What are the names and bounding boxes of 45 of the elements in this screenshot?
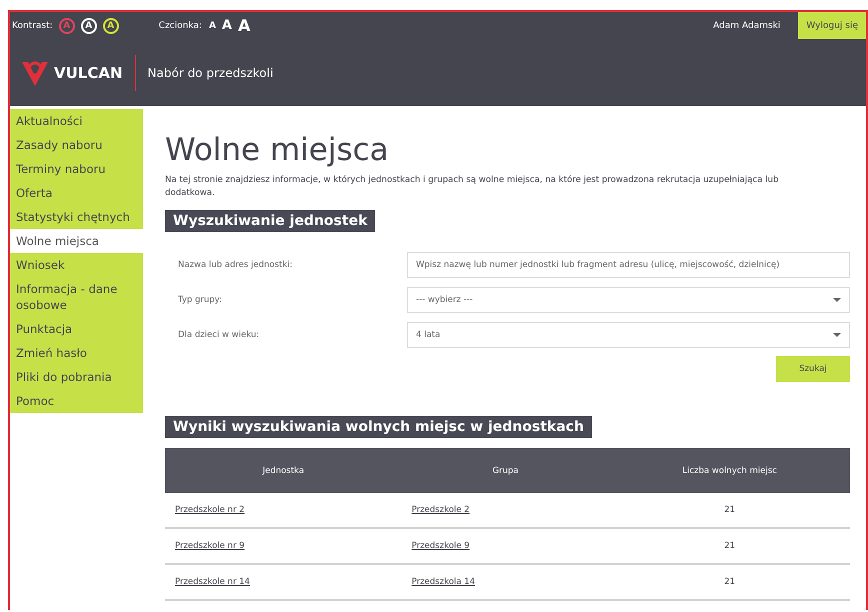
input-field[interactable]: Wpisz nazwę lub numer jednostki lub fragment adresu (ulicę, miejscowość, dzielnicę) bbox=[407, 252, 850, 278]
sidebar-item[interactable]: Wniosek bbox=[10, 253, 143, 277]
font-size-button[interactable]: A bbox=[234, 16, 254, 35]
app-title: Nabór do przedszkoli bbox=[148, 66, 274, 80]
table-link[interactable]: Przedszkole 2 bbox=[412, 505, 470, 515]
contrast-label: Kontrast: bbox=[12, 20, 53, 30]
select-field[interactable]: 4 lata bbox=[407, 322, 850, 348]
search-button[interactable]: Szukaj bbox=[776, 356, 850, 382]
field-label: Typ grupy: bbox=[177, 295, 223, 305]
column-header: Liczba wolnych miejsc bbox=[609, 448, 850, 493]
section-heading: Wyszukiwanie jednostek bbox=[165, 210, 376, 232]
select-field[interactable]: --- wybierz --- bbox=[407, 287, 850, 313]
font-size-label: Czcionka: bbox=[158, 20, 202, 30]
sidebar-item[interactable]: Zasady naboru bbox=[10, 133, 143, 157]
sidebar-item[interactable]: Pliki do pobrania bbox=[10, 365, 143, 389]
font-size-button[interactable]: A bbox=[218, 18, 235, 33]
sidebar-item[interactable]: Statystyki chętnych bbox=[10, 205, 143, 229]
sidebar-item[interactable]: Oferta bbox=[10, 181, 143, 205]
field-label: Dla dzieci w wieku: bbox=[177, 330, 260, 340]
sidebar-item[interactable]: Zmień hasło bbox=[10, 341, 143, 365]
user-name: Adam Adamski bbox=[713, 20, 780, 30]
sidebar-item[interactable]: Informacja - dane osobowe bbox=[10, 277, 143, 317]
table-link[interactable]: Przedszkole 9 bbox=[412, 541, 470, 551]
field-label: Nazwa lub adres jednostki: bbox=[177, 260, 294, 270]
table-link[interactable]: Przedszkole nr 9 bbox=[175, 541, 245, 551]
sidebar-item[interactable]: Aktualności bbox=[10, 109, 143, 133]
table-link[interactable]: Przedszkole nr 14 bbox=[175, 577, 250, 587]
contrast-button[interactable]: A bbox=[102, 18, 119, 34]
page-description: Na tej stronie znajdziesz informacje, w których jednostkach i grupach są wolne miejsca, na które jest prowadzona rekrutacja uzupełniająca lub dodatkowa. bbox=[165, 174, 780, 200]
logo-text: VULCAN bbox=[54, 64, 123, 82]
column-header: Jednostka bbox=[165, 448, 402, 493]
font-size-button[interactable]: A bbox=[206, 20, 219, 30]
contrast-button[interactable]: A bbox=[80, 18, 97, 34]
sidebar-item[interactable]: Punktacja bbox=[10, 317, 143, 341]
column-header: Grupa bbox=[402, 448, 610, 493]
sidebar-item[interactable]: Terminy naboru bbox=[10, 157, 143, 181]
table-cell: 21 bbox=[609, 493, 850, 528]
table-cell: 21 bbox=[609, 564, 850, 600]
logout-button[interactable]: Wyloguj się bbox=[798, 12, 866, 39]
section-heading: Wyniki wyszukiwania wolnych miejsc w jednostkach bbox=[165, 416, 592, 438]
table-link[interactable]: Przedszkola 14 bbox=[412, 577, 475, 587]
sidebar-item[interactable]: Pomoc bbox=[10, 389, 143, 413]
table-cell: 21 bbox=[609, 528, 850, 564]
page-title: Wolne miejsca bbox=[165, 132, 390, 168]
table-link[interactable]: Przedszkole nr 2 bbox=[175, 505, 245, 515]
